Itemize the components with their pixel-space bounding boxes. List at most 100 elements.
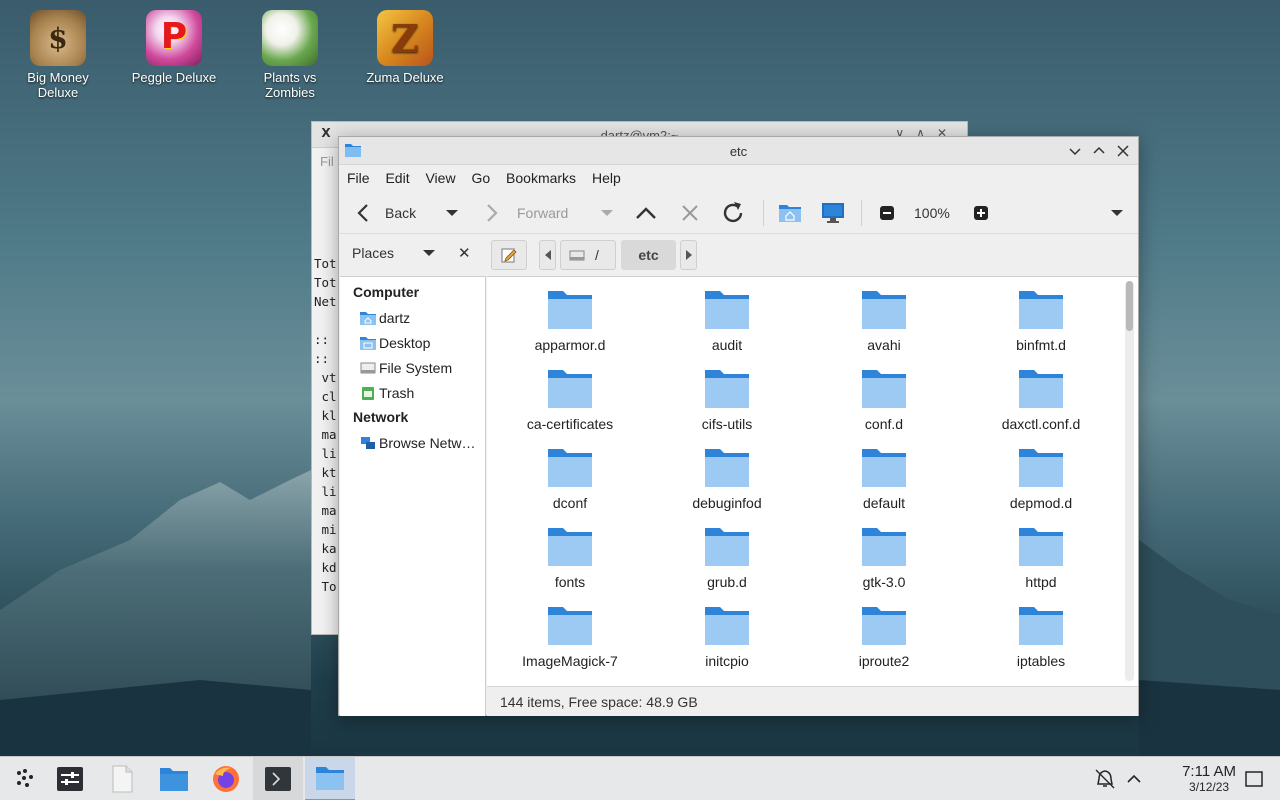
sidebar-item-trash[interactable]: Trash [340,380,485,405]
vertical-scrollbar[interactable] [1125,281,1134,681]
folder-item[interactable]: default [809,444,959,511]
menu-edit[interactable]: Edit [379,165,415,191]
folder-item[interactable]: debuginfod [652,444,802,511]
path-scroll-left[interactable] [539,240,556,270]
chevron-down-icon [1069,148,1081,156]
forward-button[interactable]: Forward [484,192,568,234]
taskbar-text-editor[interactable] [97,757,147,800]
folder-item[interactable]: binfmt.d [966,286,1116,353]
forward-history-dropdown[interactable] [600,192,614,234]
digital-clock[interactable]: 7:11 AM 3/12/23 [1182,763,1236,794]
taskbar-file-manager-window[interactable] [305,757,355,800]
zoom-out-button[interactable] [879,192,895,234]
close-button[interactable] [1114,142,1132,160]
folder-item[interactable]: conf.d [809,365,959,432]
folder-item[interactable]: audit [652,286,802,353]
reload-button[interactable] [720,192,746,234]
path-crumb-current[interactable]: etc [621,240,676,270]
minimize-button[interactable] [1066,142,1084,160]
back-button[interactable]: Back [355,192,416,234]
folder-icon [1019,291,1063,329]
desktop-icon-big-money[interactable]: Big Money Deluxe [8,4,108,100]
path-crumb-root[interactable]: / [560,240,616,270]
desktop-icon-zuma[interactable]: Zuma Deluxe [355,4,455,85]
desktop-folder-icon [360,336,376,350]
stop-button[interactable] [680,192,700,234]
folder-name: avahi [867,337,901,353]
edit-path-button[interactable] [491,240,527,270]
taskbar-system-settings[interactable] [45,757,95,800]
desktop-icon-peggle[interactable]: Peggle Deluxe [124,4,224,85]
menu-view[interactable]: View [419,165,461,191]
folder-item[interactable]: httpd [966,523,1116,590]
folder-item[interactable]: dconf [495,444,645,511]
file-view[interactable]: apparmor.d audit avahi binfmt.d ca-certifica… [487,276,1138,686]
folder-icon [862,528,906,566]
file-manager-window[interactable]: etc File Edit View Go Bookmarks Help Bac… [338,136,1139,716]
money-bag-icon [30,10,86,66]
side-pane-header: Places ✕ [339,234,487,274]
menu-bookmarks[interactable]: Bookmarks [500,165,582,191]
reload-icon [723,202,743,223]
path-scroll-right[interactable] [680,240,697,270]
taskbar-file-manager-launcher[interactable] [149,757,199,800]
sidebar-item-browse-network[interactable]: Browse Netw… [340,430,485,455]
stop-icon [682,205,698,221]
back-history-dropdown[interactable] [445,192,459,234]
folder-item[interactable]: ca-certificates [495,365,645,432]
folder-icon [705,370,749,408]
toolbar-overflow-menu[interactable] [1110,192,1124,234]
folder-icon [160,768,188,791]
folder-name: grub.d [707,574,747,590]
file-manager-titlebar[interactable]: etc [339,137,1138,165]
taskbar-firefox[interactable] [201,757,251,800]
folder-item[interactable]: initcpio [652,602,802,669]
app-launcher-button[interactable] [0,757,50,800]
places-heading-computer: Computer [353,284,420,300]
close-icon [1117,145,1129,157]
forward-label: Forward [517,205,569,221]
folder-item[interactable]: ImageMagick-7 [495,602,645,669]
maximize-button[interactable] [1090,142,1108,160]
folder-icon [316,767,344,790]
folder-item[interactable]: apparmor.d [495,286,645,353]
taskbar-terminal[interactable] [253,757,303,800]
folder-name: iptables [1016,653,1066,669]
sidebar-item-file-system[interactable]: File System [340,355,485,380]
folder-icon [1019,528,1063,566]
computer-button[interactable] [821,192,845,234]
folder-name: ca-certificates [526,416,614,432]
folder-item[interactable]: daxctl.conf.d [966,365,1116,432]
folder-icon [705,528,749,566]
home-button[interactable] [778,192,802,234]
folder-item[interactable]: iptables [966,602,1116,669]
folder-item[interactable]: avahi [809,286,959,353]
folder-item[interactable]: iproute2 [809,602,959,669]
home-folder-icon [360,311,376,325]
zoom-level: 100% [914,205,950,221]
firefox-icon [213,766,239,792]
scrollbar-thumb[interactable] [1126,281,1133,331]
folder-item[interactable]: fonts [495,523,645,590]
up-button[interactable] [635,192,657,234]
folder-item[interactable]: depmod.d [966,444,1116,511]
menu-help[interactable]: Help [586,165,627,191]
folder-item[interactable]: cifs-utils [652,365,802,432]
system-tray-expander[interactable] [1120,757,1148,800]
menu-go[interactable]: Go [465,165,496,191]
menu-bar: File Edit View Go Bookmarks Help [339,165,1138,192]
places-selector[interactable]: Places [352,245,394,261]
zoom-in-button[interactable] [973,192,989,234]
taskbar: 7:11 AM 3/12/23 [0,756,1280,800]
close-side-pane-button[interactable]: ✕ [458,244,471,262]
desktop-icon-plants-vs-zombies[interactable]: Plants vs Zombies [240,4,340,100]
sidebar-item-desktop[interactable]: Desktop [340,330,485,355]
triangle-right-icon [685,250,692,260]
folder-icon [705,607,749,645]
folder-item[interactable]: gtk-3.0 [809,523,959,590]
show-desktop-button[interactable] [1232,757,1276,800]
folder-item[interactable]: grub.d [652,523,802,590]
menu-file[interactable]: File [341,165,376,191]
dropdown-arrow-icon[interactable] [423,249,435,257]
sidebar-item-dartz[interactable]: dartz [340,305,485,330]
